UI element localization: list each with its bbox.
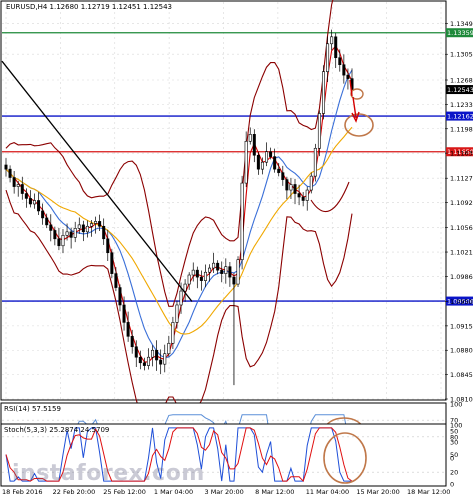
current-price-label: 1.12543: [447, 86, 473, 94]
time-tick-label: 18 Feb 2016: [2, 488, 42, 496]
price-tick-label: 1.09860: [450, 273, 473, 281]
price-tick-label: 1.13050: [450, 51, 473, 59]
symbol-label: EURUSD,H4 1.12680 1.12719 1.12451 1.1254…: [6, 3, 172, 11]
candle[interactable]: [322, 65, 326, 120]
stoch-tick-label: 80: [450, 433, 458, 441]
price-tick-label: 1.12330: [450, 101, 473, 109]
price-tick-label: 1.11630: [450, 150, 473, 158]
price-tick-label: 1.13490: [450, 20, 473, 28]
price-tick-label: 1.09500: [450, 298, 473, 306]
time-tick-label: 15 Mar 20:00: [356, 488, 399, 496]
price-tick-label: 1.10210: [450, 249, 473, 257]
rsi-tick-label: 100: [450, 401, 462, 409]
stoch-tick-label: 50: [450, 451, 458, 459]
price-tick-label: 1.11270: [450, 175, 473, 183]
time-tick-label: 18 Mar 12:00: [407, 488, 450, 496]
price-tick-label: 1.11980: [450, 125, 473, 133]
candle[interactable]: [240, 175, 244, 270]
candle[interactable]: [236, 256, 240, 288]
time-tick-label: 22 Feb 20:00: [53, 488, 96, 496]
time-tick-label: 25 Feb 12:00: [103, 488, 146, 496]
stoch-tick-label: 100: [450, 422, 462, 430]
price-tick-label: 1.09150: [450, 322, 473, 330]
chart-window: 1.133591.121621.116501.095061.12543 EURU…: [0, 0, 473, 500]
time-axis: 18 Feb 2016 22 Feb 20:00 25 Feb 12:00 1 Mar…: [2, 488, 450, 496]
level-price-label: 1.13359: [447, 29, 473, 37]
price-tick-label: 1.10560: [450, 224, 473, 232]
rsi-label: RSI(14) 57.5159: [4, 405, 61, 413]
price-panel[interactable]: 1.133591.121621.116501.095061.12543 EURU…: [0, 0, 473, 414]
price-tick-label: 1.08450: [450, 371, 473, 379]
time-tick-label: 3 Mar 20:00: [205, 488, 244, 496]
stoch-tick-label: 20: [450, 469, 458, 477]
candle[interactable]: [313, 143, 317, 182]
stoch-label: Stoch(5,3,3) 25.2874 24.5709: [4, 426, 109, 434]
stoch-tick-label: 0: [450, 481, 454, 489]
time-tick-label: 1 Mar 04:00: [154, 488, 193, 496]
price-tick-label: 1.10920: [450, 199, 473, 207]
candle[interactable]: [110, 248, 114, 279]
time-tick-label: 8 Mar 12:00: [255, 488, 294, 496]
stoch-panel[interactable]: Stoch(5,3,3) 25.2874 24.5709 instaforex.…: [0, 423, 447, 487]
price-tick-label: 1.12680: [450, 77, 473, 85]
watermark-logo: instaforex.com: [12, 461, 205, 486]
level-price-label: 1.12162: [447, 113, 473, 121]
price-tick-label: 1.08800: [450, 347, 473, 355]
time-tick-label: 11 Mar 04:00: [306, 488, 349, 496]
